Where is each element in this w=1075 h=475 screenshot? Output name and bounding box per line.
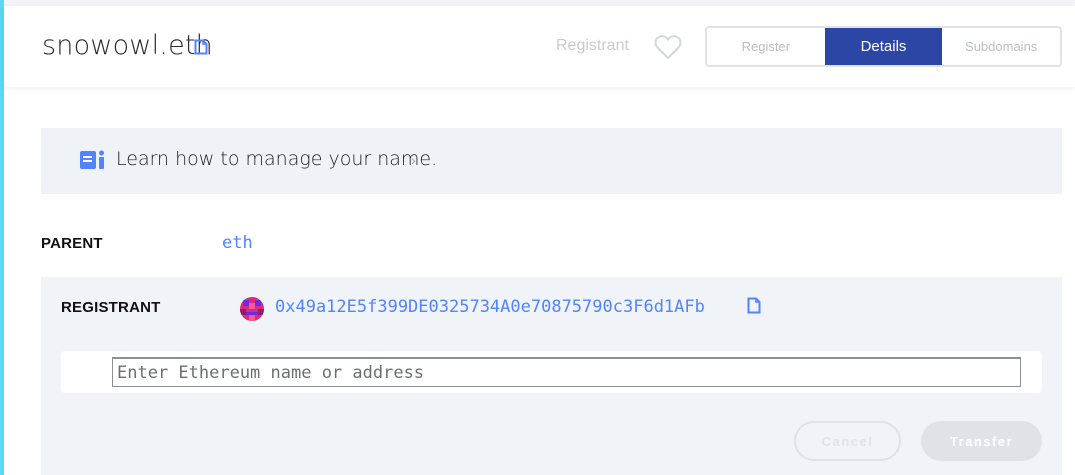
cancel-button[interactable]: Cancel [794,421,901,461]
registrant-badge: Registrant [556,37,629,54]
registrant-label: REGISTRANT [61,299,161,316]
chevron-right-icon: › [411,152,416,168]
transfer-input-container [61,351,1042,393]
domain-title: snowowl.eth [42,30,213,61]
name-header: snowowl.eth Registrant Register Details … [4,6,1075,87]
learn-banner[interactable]: Learn how to manage your name. › [41,128,1062,194]
tab-subdomains[interactable]: Subdomains [942,28,1060,65]
parent-label: PARENT [41,235,103,252]
transfer-button[interactable]: Transfer [921,421,1042,461]
registrant-panel: REGISTRANT 0x49a12E5f399DE0325734A0e7087… [41,277,1062,475]
tab-register[interactable]: Register [707,28,825,65]
learn-text[interactable]: Learn how to manage your name. [116,148,437,170]
registrant-address-link[interactable]: 0x49a12E5f399DE0325734A0e70875790c3F6d1A… [275,297,705,317]
heart-icon[interactable] [654,34,682,60]
tab-details[interactable]: Details [824,28,943,65]
view-tabs: Register Details Subdomains [705,26,1062,67]
app-frame: snowowl.eth Registrant Register Details … [0,0,1075,475]
avatar [240,297,264,321]
book-icon [80,150,104,169]
copy-icon[interactable] [747,297,761,314]
address-input[interactable] [112,357,1021,387]
parent-link[interactable]: eth [222,233,253,253]
copy-icon[interactable] [194,39,208,55]
